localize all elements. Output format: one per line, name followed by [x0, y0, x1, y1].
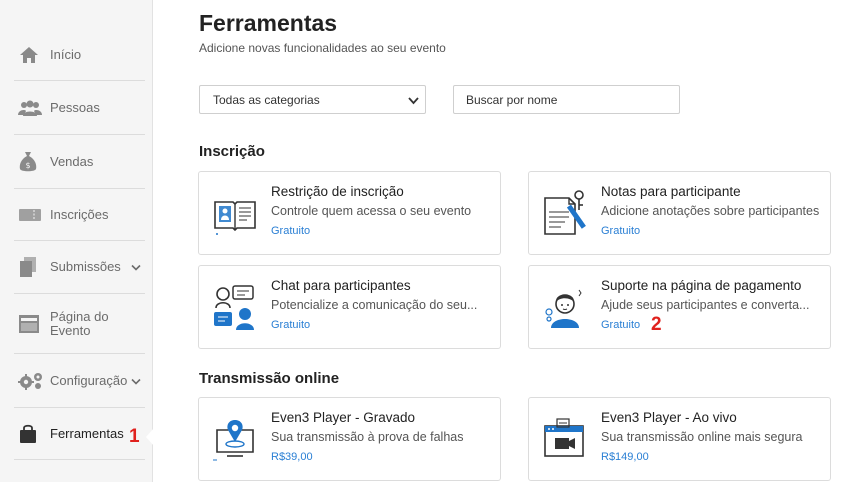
sidebar-item-pagina-do-evento[interactable]: Página do Evento — [14, 294, 145, 354]
tool-card-description: Controle quem acessa o seu evento — [271, 204, 472, 218]
sidebar-item-submissoes[interactable]: Submissões — [14, 241, 145, 294]
chevron-down-icon[interactable] — [131, 373, 141, 388]
category-select[interactable]: Todas as categorias — [199, 85, 426, 114]
tool-card[interactable]: Notas para participante Adicione anotaçõ… — [528, 171, 831, 255]
live-player-icon — [541, 416, 589, 464]
sidebar-item-label: Submissões — [50, 259, 121, 274]
tool-card-price: Gratuito — [601, 225, 641, 237]
section-title: Inscrição — [199, 143, 265, 160]
tool-card-title: Even3 Player - Ao vivo — [601, 410, 737, 425]
page-subtitle: Adicione novas funcionalidades ao seu ev… — [199, 41, 446, 55]
tool-card-description: Potencialize a comunicação do seu... — [271, 298, 478, 312]
svg-text:$: $ — [25, 161, 30, 170]
page-title: Ferramentas — [199, 10, 338, 36]
sidebar-item-label: Página do Evento — [50, 308, 109, 338]
tool-card[interactable]: Restrição de inscrição Controle quem ace… — [198, 171, 501, 255]
chevron-down-icon[interactable] — [131, 260, 141, 275]
sidebar-item-vendas[interactable]: $ Vendas — [14, 135, 145, 189]
sidebar-item-label: Configuração — [50, 372, 128, 388]
people-icon — [18, 97, 44, 119]
sidebar-item-inscricoes[interactable]: Inscrições — [14, 189, 145, 241]
money-bag-icon: $ — [18, 151, 44, 173]
sidebar-item-label: Pessoas — [50, 99, 100, 115]
tool-card-title: Chat para participantes — [271, 278, 411, 293]
tool-card[interactable]: Even3 Player - Ao vivo Sua transmissão o… — [528, 397, 831, 481]
tool-card-price: Gratuito — [271, 319, 311, 331]
sidebar-item-ferramentas[interactable]: Ferramentas — [14, 408, 145, 460]
tool-card[interactable]: Chat para participantes Potencialize a c… — [198, 265, 501, 349]
section-title: Transmissão online — [199, 370, 340, 387]
sidebar-item-pessoas[interactable]: Pessoas — [14, 81, 145, 135]
tool-card-title: Suporte na página de pagamento — [601, 278, 802, 293]
recorded-player-icon — [211, 416, 259, 464]
tool-card[interactable]: Even3 Player - Gravado Sua transmissão à… — [198, 397, 501, 481]
sidebar-item-label: Ferramentas — [50, 425, 124, 441]
sidebar-item-label: Vendas — [50, 153, 94, 169]
annotation-marker: 1 — [129, 426, 140, 447]
tool-card-description: Sua transmissão online mais segura — [601, 430, 803, 444]
documents-icon — [18, 256, 44, 278]
active-indicator — [146, 428, 154, 446]
chevron-down-icon — [408, 94, 419, 108]
bag-icon — [18, 423, 44, 445]
tool-card[interactable]: Suporte na página de pagamento Ajude seu… — [528, 265, 831, 349]
tool-card-price: Gratuito — [601, 319, 641, 331]
tool-card-description: Ajude seus participantes e converta... — [601, 298, 810, 312]
home-icon — [18, 44, 44, 66]
support-icon — [541, 284, 589, 332]
tool-card-description: Adicione anotações sobre participantes — [601, 204, 820, 218]
page-icon — [18, 313, 44, 335]
ticket-icon — [18, 204, 44, 226]
sidebar-item-label: Inscrições — [50, 206, 109, 222]
annotation-marker: 2 — [651, 314, 662, 335]
category-select-value: Todas as categorias — [213, 93, 320, 107]
tool-card-title: Restrição de inscrição — [271, 184, 404, 199]
book-icon — [211, 190, 259, 238]
search-input[interactable] — [453, 85, 680, 114]
gears-icon — [18, 370, 44, 392]
sidebar-item-inicio[interactable]: Início — [14, 29, 145, 81]
sidebar-item-label: Início — [50, 46, 82, 62]
tool-card-title: Even3 Player - Gravado — [271, 410, 416, 425]
tool-card-title: Notas para participante — [601, 184, 741, 199]
tool-card-price: R$39,00 — [271, 451, 313, 463]
tool-card-price: R$149,00 — [601, 451, 649, 463]
tool-card-description: Sua transmissão à prova de falhas — [271, 430, 464, 444]
sidebar: Início Pessoas $ Vendas Inscrições Submi… — [0, 0, 153, 482]
tool-card-price: Gratuito — [271, 225, 311, 237]
sidebar-item-configuracao[interactable]: Configuração — [14, 354, 145, 408]
chat-icon — [211, 284, 259, 332]
notes-icon — [541, 190, 589, 238]
